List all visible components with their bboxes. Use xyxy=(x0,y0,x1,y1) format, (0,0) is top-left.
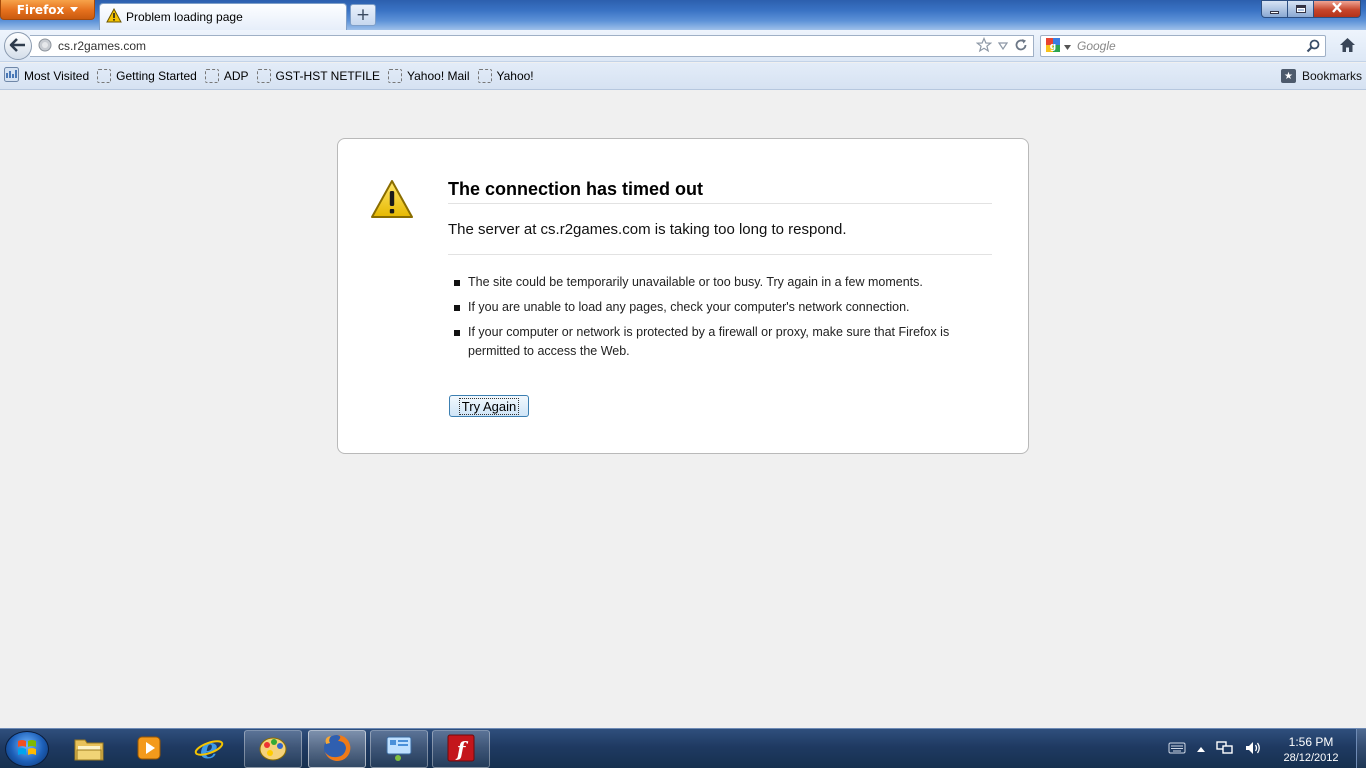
window-titlebar: Firefox Problem loading page + xyxy=(0,0,1366,30)
bookmark-label: Most Visited xyxy=(24,69,90,83)
try-again-button[interactable]: Try Again xyxy=(449,395,529,417)
tab-title: Problem loading page xyxy=(126,10,243,24)
bookmark-label: ADP xyxy=(223,69,249,83)
plus-icon: + xyxy=(355,4,371,25)
close-icon xyxy=(1331,2,1343,16)
error-panel: The connection has timed out The server … xyxy=(337,138,1029,454)
windows-taskbar: e f 1:56 PM 28/12/2012 xyxy=(0,728,1366,768)
taskbar-clock[interactable]: 1:56 PM 28/12/2012 xyxy=(1272,734,1350,766)
svg-text:g: g xyxy=(1050,42,1056,52)
search-icon[interactable] xyxy=(1306,39,1320,56)
bookmark-most-visited[interactable]: Most Visited xyxy=(4,67,89,85)
bookmark-star-icon[interactable] xyxy=(975,36,993,56)
start-button[interactable] xyxy=(5,731,49,767)
google-logo-icon: g xyxy=(1045,37,1061,56)
taskbar-internet-explorer[interactable]: e xyxy=(180,730,238,768)
system-tray xyxy=(1168,729,1262,768)
firefox-menu-button[interactable]: Firefox xyxy=(0,0,95,20)
bookmarks-toolbar: Most Visited Getting Started ADP GST-HST… xyxy=(0,63,1366,90)
list-item: If you are unable to load any pages, che… xyxy=(454,298,974,317)
error-suggestions: The site could be temporarily unavailabl… xyxy=(454,273,974,367)
home-icon[interactable] xyxy=(1339,37,1356,56)
maximize-button[interactable] xyxy=(1287,0,1314,18)
url-bar-tools xyxy=(975,36,1028,56)
taskbar-media-player[interactable] xyxy=(120,730,178,768)
try-again-label: Try Again xyxy=(458,397,520,415)
media-player-icon xyxy=(135,734,163,765)
bookmark-label: Yahoo! Mail xyxy=(407,69,470,83)
tab-problem-loading[interactable]: Problem loading page xyxy=(99,3,347,30)
back-button[interactable] xyxy=(4,32,32,60)
svg-text:e: e xyxy=(200,733,218,763)
clock-time: 1:56 PM xyxy=(1288,735,1334,749)
windows-logo-icon xyxy=(16,737,38,762)
bookmark-yahoo-mail[interactable]: Yahoo! Mail xyxy=(388,69,470,83)
page-placeholder-icon xyxy=(477,69,492,83)
taskbar-firefox[interactable] xyxy=(308,730,366,768)
firefox-menu-label: Firefox xyxy=(16,2,65,17)
taskbar-windows-explorer[interactable] xyxy=(60,730,118,768)
bookmark-gst-hst-netfile[interactable]: GST-HST NETFILE xyxy=(256,69,381,83)
page-placeholder-icon xyxy=(204,69,219,83)
close-window-button[interactable] xyxy=(1313,0,1361,18)
page-placeholder-icon xyxy=(97,69,112,83)
show-desktop-button[interactable] xyxy=(1356,729,1366,768)
error-description: The server at cs.r2games.com is taking t… xyxy=(448,221,992,255)
bookmark-yahoo[interactable]: Yahoo! xyxy=(477,69,534,83)
search-input[interactable] xyxy=(1077,39,1307,53)
chevron-down-icon xyxy=(1064,39,1071,53)
list-item: The site could be temporarily unavailabl… xyxy=(454,273,974,292)
taskbar-flash[interactable]: f xyxy=(432,730,490,768)
url-bar[interactable]: cs.r2games.com xyxy=(30,35,1034,57)
bookmarks-star-icon: ★ xyxy=(1280,69,1296,83)
reload-icon[interactable] xyxy=(1014,38,1028,55)
bookmark-getting-started[interactable]: Getting Started xyxy=(97,69,197,83)
history-dropdown-icon[interactable] xyxy=(997,39,1009,53)
bookmark-label: Yahoo! xyxy=(496,69,534,83)
volume-icon[interactable] xyxy=(1244,740,1262,759)
flash-icon: f xyxy=(446,734,476,765)
page-placeholder-icon xyxy=(388,69,403,83)
taskbar-control-panel[interactable] xyxy=(370,730,428,768)
minimize-button[interactable] xyxy=(1261,0,1288,18)
search-bar[interactable]: g xyxy=(1040,35,1326,57)
most-visited-icon xyxy=(4,67,19,85)
bookmarks-menu-button[interactable]: ★ Bookmarks xyxy=(1280,69,1362,83)
paint-icon xyxy=(258,734,288,765)
bookmarks-menu-label: Bookmarks xyxy=(1301,69,1362,83)
error-title: The connection has timed out xyxy=(448,179,992,204)
taskbar-paint-app[interactable] xyxy=(244,730,302,768)
search-engine-selector[interactable]: g xyxy=(1045,37,1077,56)
restore-icon xyxy=(1295,5,1306,13)
network-icon[interactable] xyxy=(1216,740,1234,759)
warning-icon xyxy=(370,179,414,222)
bookmark-label: GST-HST NETFILE xyxy=(275,69,381,83)
navigation-toolbar: cs.r2games.com g xyxy=(0,30,1366,62)
chevron-down-icon xyxy=(70,7,79,12)
control-panel-icon xyxy=(384,734,414,765)
url-text[interactable]: cs.r2games.com xyxy=(58,39,146,53)
folder-icon xyxy=(73,734,105,765)
site-identity-icon[interactable] xyxy=(38,38,52,55)
new-tab-button[interactable]: + xyxy=(350,4,376,26)
minimize-icon xyxy=(1270,10,1279,14)
firefox-icon xyxy=(321,732,353,767)
bookmark-label: Getting Started xyxy=(116,69,197,83)
list-item: If your computer or network is protected… xyxy=(454,323,974,361)
ie-icon: e xyxy=(193,732,225,766)
page-content: The connection has timed out The server … xyxy=(0,90,1366,728)
page-placeholder-icon xyxy=(256,69,271,83)
clock-date: 28/12/2012 xyxy=(1283,752,1339,764)
show-hidden-icons-icon[interactable] xyxy=(1196,742,1206,756)
keyboard-icon[interactable] xyxy=(1168,742,1186,757)
back-arrow-icon xyxy=(9,37,27,56)
bookmark-adp[interactable]: ADP xyxy=(204,69,249,83)
warning-icon xyxy=(106,7,122,26)
